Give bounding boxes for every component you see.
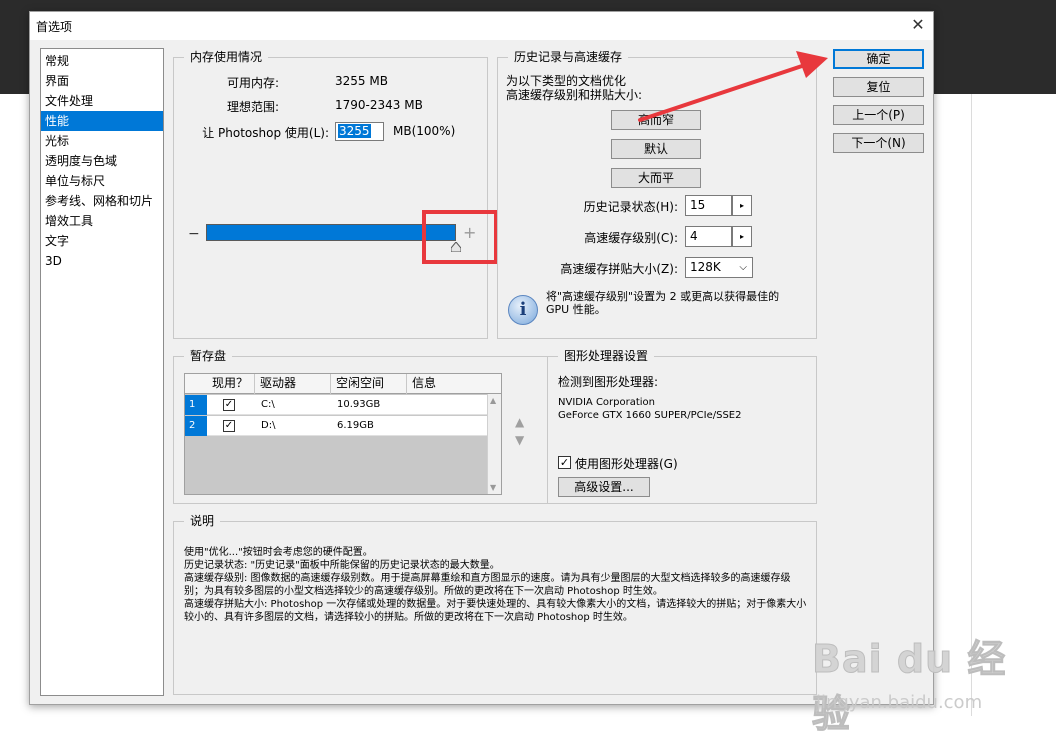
scratch-disks-group: 暂存盘 现用？ 驱动器 空闲空间 信息 1 ✓ C:\ 10.93GB 2 ✓ … — [173, 349, 548, 504]
cache-levels-spin-icon[interactable]: ▸ — [732, 226, 752, 247]
sidebar-item[interactable]: 单位与标尺 — [41, 171, 163, 191]
column-header-drive[interactable]: 驱动器 — [255, 374, 331, 394]
available-memory-value: 3255 MB — [335, 74, 388, 88]
gpu-vendor: NVIDIA Corporation — [558, 397, 656, 408]
previous-button[interactable]: 上一个(P) — [833, 105, 924, 125]
memory-use-input[interactable]: 3255 — [335, 122, 384, 141]
sidebar-item[interactable]: 3D — [41, 251, 163, 271]
memory-use-unit: MB(100%) — [393, 124, 456, 138]
sidebar-item[interactable]: 参考线、网格和切片 — [41, 191, 163, 211]
cache-levels-input[interactable]: 4 — [685, 226, 732, 247]
sidebar-item[interactable]: 文字 — [41, 231, 163, 251]
available-memory-label: 可用内存: — [226, 76, 279, 90]
scroll-up-icon[interactable]: ▲ — [490, 396, 496, 405]
optimize-label-line2: 高速缓存级别和拼贴大小: — [506, 88, 643, 102]
info-text-line2: GPU 性能。 — [546, 303, 606, 316]
description-group: 说明 使用"优化..."按钮时会考虑您的硬件配置。 历史记录状态: "历史记录"… — [173, 514, 817, 695]
tall-narrow-button[interactable]: 高而窄 — [611, 110, 701, 130]
sidebar-item[interactable]: 文件处理 — [41, 91, 163, 111]
cache-tile-size-value: 128K — [690, 260, 721, 274]
table-scrollbar[interactable]: ▲ ▼ — [487, 394, 501, 494]
sidebar-item[interactable]: 透明度与色域 — [41, 151, 163, 171]
big-flat-button[interactable]: 大而平 — [611, 168, 701, 188]
history-group-title: 历史记录与高速缓存 — [508, 50, 629, 64]
category-list: 常规 界面 文件处理 性能 光标 透明度与色域 单位与标尺 参考线、网格和切片 增效工具 文字 3D — [40, 48, 164, 696]
memory-slider-track[interactable] — [206, 224, 456, 241]
title-bar: 首选项 ✕ — [30, 12, 933, 40]
active-checkbox[interactable]: ✓ — [223, 399, 235, 411]
scratch-group-title: 暂存盘 — [184, 349, 233, 363]
sidebar-item[interactable]: 常规 — [41, 51, 163, 71]
memory-group-title: 内存使用情况 — [184, 50, 269, 64]
watermark-logo: Bai du 经验 — [812, 637, 1007, 737]
history-cache-group: 历史记录与高速缓存 为以下类型的文档优化 高速缓存级别和拼贴大小: 高而窄 默认… — [497, 50, 817, 339]
cache-tile-size-select[interactable]: 128K ⌵ — [685, 257, 753, 278]
close-icon[interactable]: ✕ — [903, 12, 933, 40]
info-icon: i — [508, 295, 538, 325]
column-header-active[interactable]: 现用？ — [207, 374, 255, 394]
chevron-down-icon: ⌵ — [739, 262, 747, 273]
row-number: 1 — [185, 395, 207, 415]
column-header-free-space[interactable]: 空闲空间 — [331, 374, 407, 394]
history-states-input[interactable]: 15 — [685, 195, 732, 216]
active-checkbox[interactable]: ✓ — [223, 420, 235, 432]
advanced-settings-button[interactable]: 高级设置... — [558, 477, 650, 497]
ok-button[interactable]: 确定 — [833, 49, 924, 69]
history-states-spin-icon[interactable]: ▸ — [732, 195, 752, 216]
cache-levels-label: 高速缓存级别(C): — [584, 231, 678, 245]
baidu-jingyan-watermark: Bai du 经验 jingyan.baidu.com — [812, 628, 1012, 737]
cache-tile-size-label: 高速缓存拼贴大小(Z): — [560, 262, 678, 276]
sidebar-item[interactable]: 增效工具 — [41, 211, 163, 231]
row-number: 2 — [185, 416, 207, 436]
description-line: 高速缓存拼贴大小: Photoshop 一次存储或处理的数据量。对于要快速处理的… — [184, 599, 807, 623]
watermark-url: jingyan.baidu.com — [816, 692, 983, 713]
preferences-dialog: 首选项 ✕ 常规 界面 文件处理 性能 光标 透明度与色域 单位与标尺 参考线、网格和切片 增效… — [29, 11, 934, 705]
gpu-detected-label: 检测到图形处理器: — [558, 375, 659, 389]
table-row[interactable]: 2 ✓ D:\ 6.19GB — [185, 416, 487, 436]
scratch-disks-table: 现用？ 驱动器 空闲空间 信息 1 ✓ C:\ 10.93GB 2 ✓ D:\ … — [184, 373, 502, 495]
sidebar-item[interactable]: 光标 — [41, 131, 163, 151]
description-group-title: 说明 — [184, 514, 221, 528]
default-button[interactable]: 默认 — [611, 139, 701, 159]
use-gpu-checkbox[interactable]: ✓ — [558, 456, 571, 469]
slider-decrease-icon[interactable]: − — [188, 226, 200, 242]
drive-cell: D:\ — [261, 420, 276, 431]
drive-cell: C:\ — [261, 399, 275, 410]
gpu-group-title: 图形处理器设置 — [558, 349, 655, 363]
sidebar-item[interactable]: 性能 — [41, 111, 163, 131]
background-document — [934, 94, 972, 716]
history-states-label: 历史记录状态(H): — [583, 200, 678, 214]
column-header-info[interactable]: 信息 — [407, 374, 502, 394]
description-line: 高速缓存级别: 图像数据的高速缓存级别数。用于提高屏幕重绘和直方图显示的速度。请… — [184, 573, 791, 597]
table-row[interactable]: 1 ✓ C:\ 10.93GB — [185, 395, 487, 415]
dialog-title: 首选项 — [36, 20, 73, 34]
reset-button[interactable]: 复位 — [833, 77, 924, 97]
free-space-cell: 10.93GB — [337, 399, 381, 410]
use-gpu-label[interactable]: 使用图形处理器(G) — [575, 455, 678, 472]
ideal-range-value: 1790-2343 MB — [335, 98, 423, 112]
move-down-icon[interactable]: ▼ — [515, 433, 524, 447]
next-button[interactable]: 下一个(N) — [833, 133, 924, 153]
ideal-range-label: 理想范围: — [226, 100, 279, 114]
move-up-icon[interactable]: ▲ — [515, 415, 524, 429]
table-header: 现用？ 驱动器 空闲空间 信息 — [185, 374, 501, 394]
scroll-down-icon[interactable]: ▼ — [490, 483, 496, 492]
memory-usage-group: 内存使用情况 可用内存: 3255 MB 理想范围: 1790-2343 MB … — [173, 50, 498, 339]
free-space-cell: 6.19GB — [337, 420, 374, 431]
description-line: 使用"优化..."按钮时会考虑您的硬件配置。 — [184, 547, 373, 558]
description-line: 历史记录状态: "历史记录"面板中所能保留的历史记录状态的最大数量。 — [184, 560, 500, 571]
sidebar-item[interactable]: 界面 — [41, 71, 163, 91]
description-text: 使用"优化..."按钮时会考虑您的硬件配置。 历史记录状态: "历史记录"面板中… — [184, 546, 810, 624]
gpu-settings-group: 图形处理器设置 检测到图形处理器: NVIDIA Corporation GeF… — [547, 349, 817, 504]
memory-use-value: 3255 — [338, 124, 371, 138]
photoshop-use-label: 让 Photoshop 使用(L): — [202, 126, 329, 140]
gpu-model: GeForce GTX 1660 SUPER/PCIe/SSE2 — [558, 410, 742, 421]
annotation-highlight-box — [422, 210, 498, 264]
